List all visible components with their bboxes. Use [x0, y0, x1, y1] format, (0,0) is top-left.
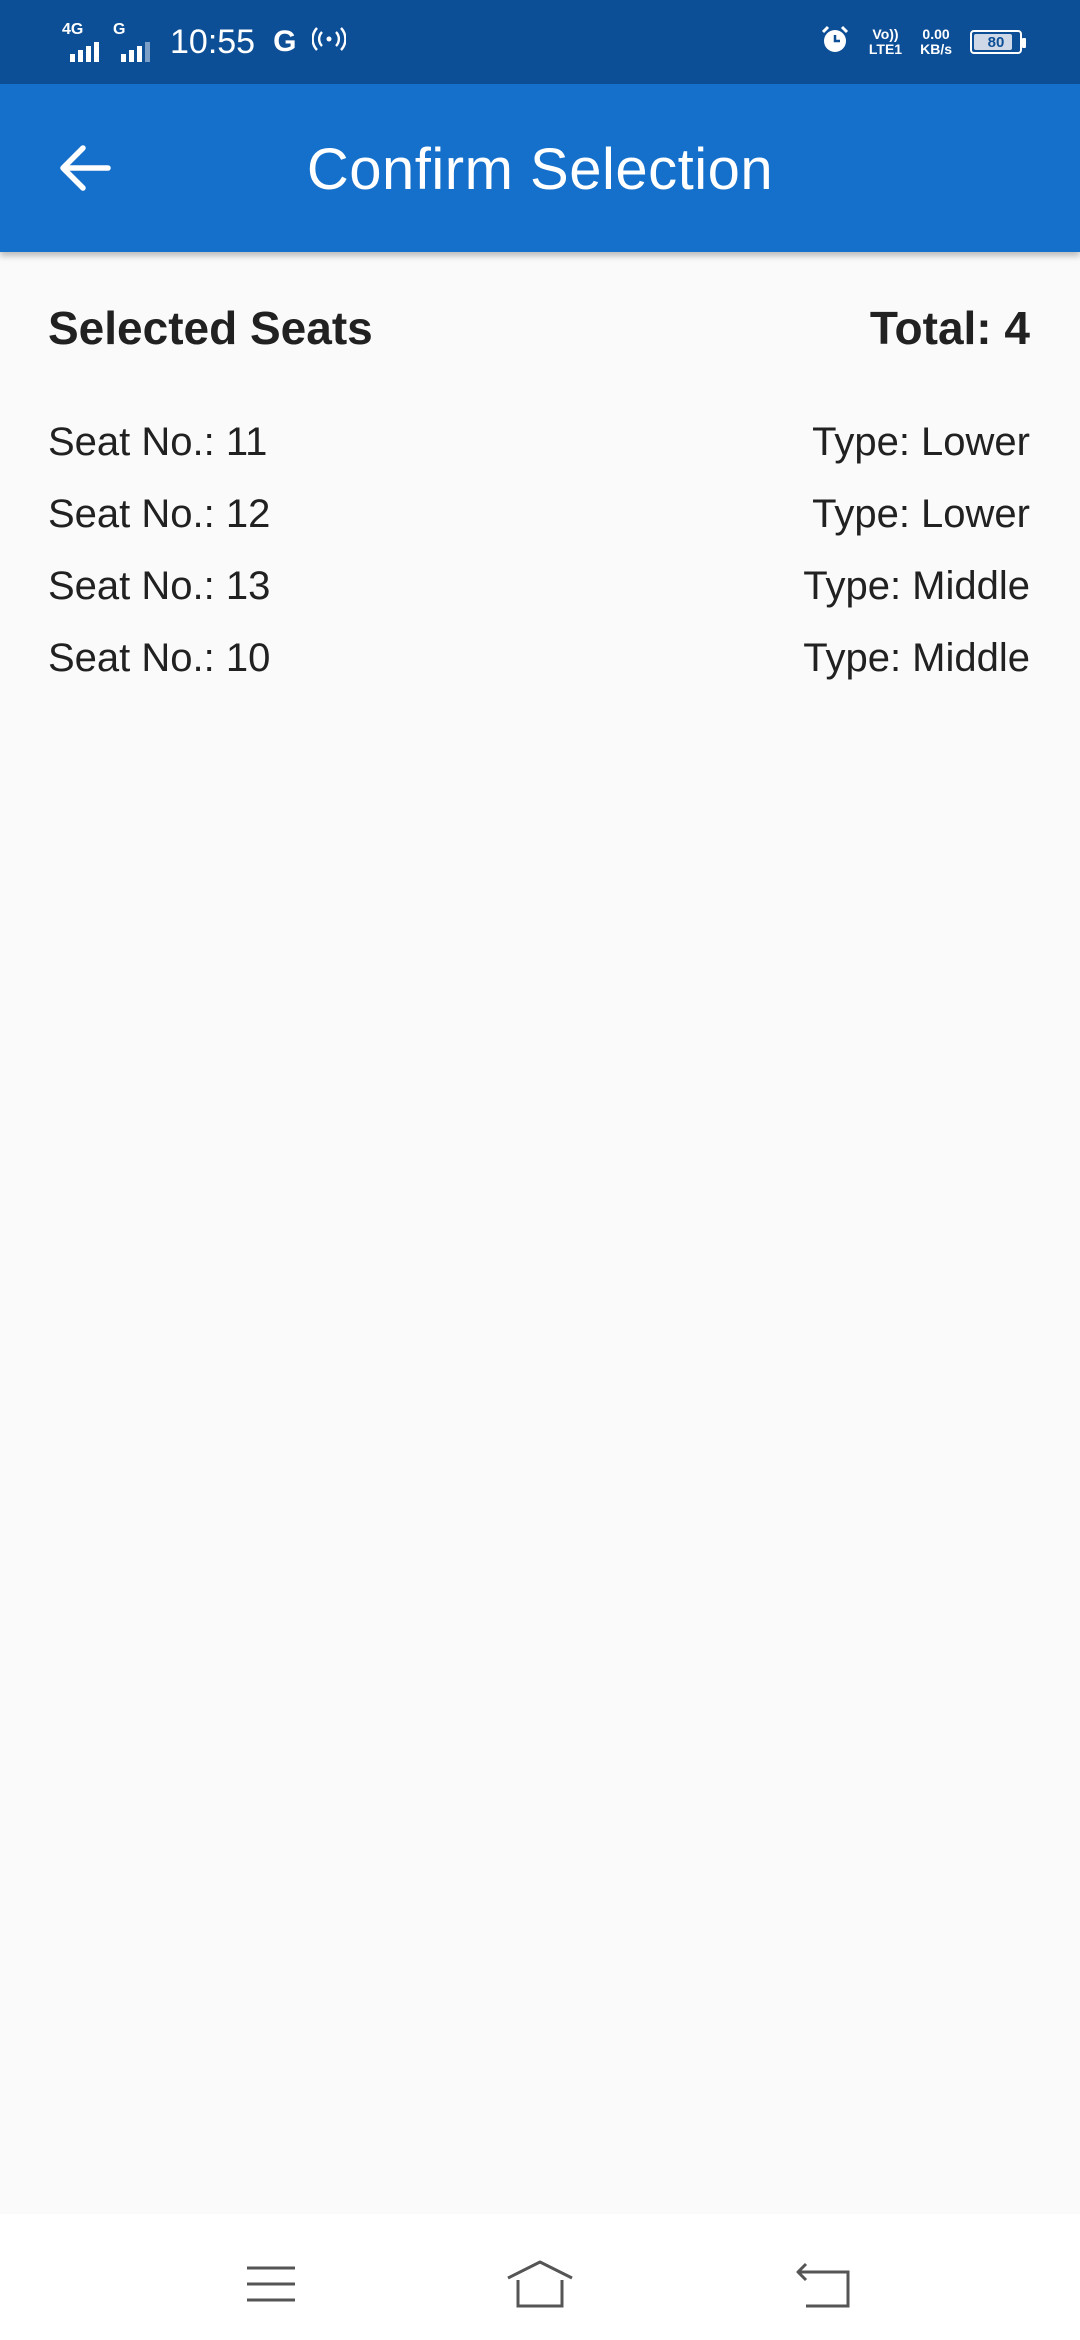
battery-level: 80: [987, 33, 1005, 51]
seat-row: Seat No.: 10 Type: Middle: [48, 622, 1030, 694]
signal-icon-2: G: [113, 22, 150, 62]
back-icon: [796, 2262, 850, 2308]
seat-row: Seat No.: 13 Type: Middle: [48, 550, 1030, 622]
home-icon: [507, 2260, 573, 2308]
section-title: Selected Seats: [48, 302, 373, 354]
home-button[interactable]: [500, 2254, 580, 2314]
hotspot-icon: [311, 24, 348, 60]
system-nav-bar: [0, 2214, 1080, 2340]
total-count: Total: 4: [869, 302, 1030, 354]
seat-list: Seat No.: 11 Type: Lower Seat No.: 12 Ty…: [48, 406, 1030, 694]
clock: 10:55: [170, 22, 256, 61]
recent-apps-button[interactable]: [231, 2254, 311, 2314]
seat-number: Seat No.: 11: [48, 419, 268, 464]
system-back-button[interactable]: [784, 2254, 864, 2314]
battery-icon: 80: [970, 30, 1026, 54]
menu-icon: [247, 2266, 295, 2302]
network-type-1: 4G: [62, 21, 84, 38]
seat-number: Seat No.: 13: [48, 563, 271, 608]
seat-number: Seat No.: 10: [48, 635, 271, 680]
seat-row: Seat No.: 11 Type: Lower: [48, 406, 1030, 478]
signal-icon: 4G: [62, 22, 99, 62]
seat-number: Seat No.: 12: [48, 491, 271, 536]
page-title: Confirm Selection: [306, 137, 774, 202]
seat-type: Type: Lower: [812, 419, 1030, 464]
summary-header: Selected Seats Total: 4: [48, 296, 1030, 360]
seat-type: Type: Lower: [812, 491, 1030, 536]
seat-type: Type: Middle: [803, 563, 1030, 608]
network-speed: 0.00 KB/s: [920, 26, 952, 57]
status-right: Vo)) LTE1 0.00 KB/s 80: [801, 24, 1026, 61]
volte-indicator: Vo)) LTE1: [868, 26, 903, 57]
seat-type: Type: Middle: [803, 635, 1030, 680]
status-bar: 4G G 10:55 G Vo)) LTE1 0.00 KB/s 80: [0, 0, 1080, 84]
seat-row: Seat No.: 12 Type: Lower: [48, 478, 1030, 550]
seat-summary: Selected Seats Total: 4 Seat No.: 11 Typ…: [48, 296, 1030, 694]
network-type-2: G: [113, 21, 126, 38]
google-icon: G: [273, 25, 297, 58]
status-left: 4G G 10:55 G: [62, 22, 348, 62]
app-bar: Confirm Selection: [0, 84, 1080, 252]
alarm-icon: [819, 24, 851, 61]
